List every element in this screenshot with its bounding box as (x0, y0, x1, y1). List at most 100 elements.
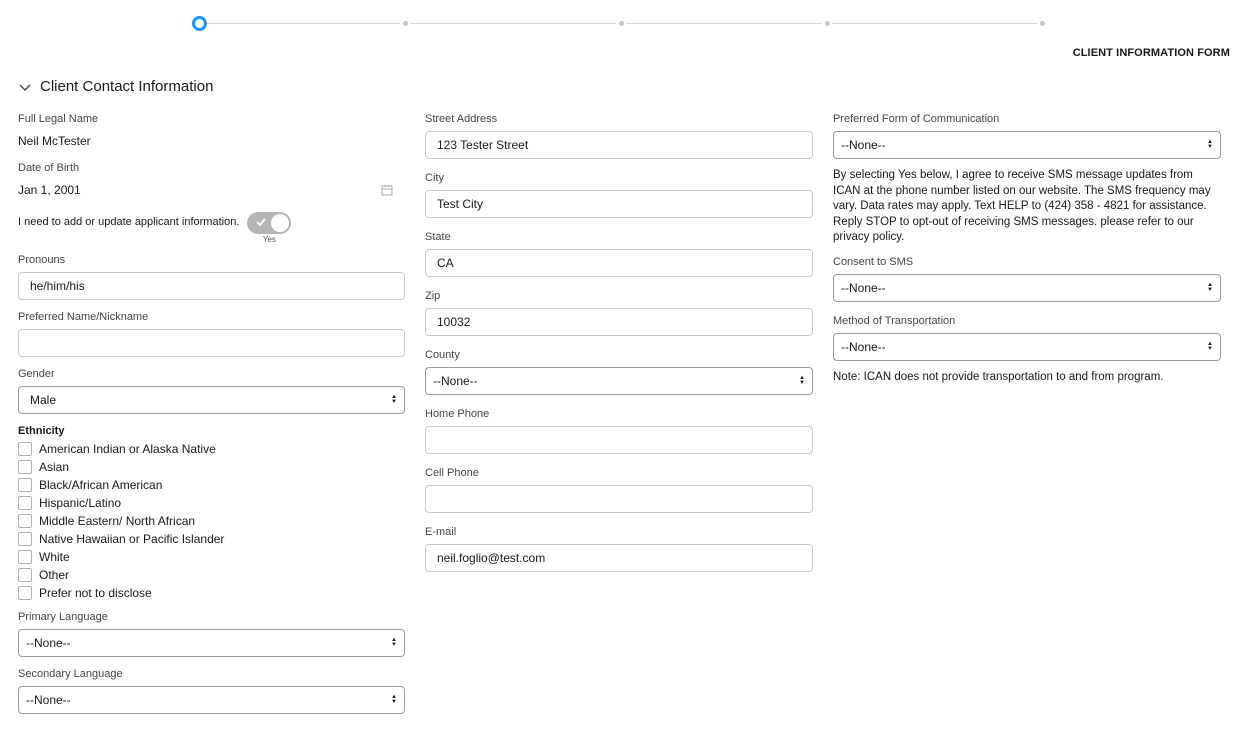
ethnicity-option[interactable]: Asian (18, 458, 405, 476)
select-arrows-icon: ▲ ▼ (391, 394, 397, 405)
ethnicity-option[interactable]: White (18, 548, 405, 566)
communication-select[interactable]: --None-- ▲ ▼ (833, 131, 1221, 159)
secondary-language-select[interactable]: --None-- ▲ ▼ (18, 686, 405, 714)
dob-value: Jan 1, 2001 (18, 183, 81, 197)
primary-language-select[interactable]: --None-- ▲ ▼ (18, 629, 405, 657)
select-arrows-icon: ▲ ▼ (1207, 281, 1213, 293)
checkbox[interactable] (18, 460, 32, 474)
zip-input[interactable]: 10032 (425, 308, 813, 336)
select-arrows-icon: ▲ ▼ (391, 694, 397, 705)
state-input[interactable]: CA (425, 249, 813, 277)
section-title: Client Contact Information (40, 78, 214, 95)
stepper-step-4[interactable] (825, 21, 830, 26)
email-label: E-mail (425, 526, 457, 538)
transport-value: --None-- (841, 339, 886, 354)
ethnicity-option-label: White (39, 550, 70, 564)
transport-select[interactable]: --None-- ▲ ▼ (833, 332, 1221, 361)
select-arrows-icon: ▲ ▼ (799, 375, 805, 386)
primary-language-value: --None-- (26, 636, 71, 650)
stepper-line (410, 23, 616, 24)
ethnicity-option[interactable]: American Indian or Alaska Native (18, 440, 405, 458)
update-applicant-toggle[interactable] (247, 212, 292, 234)
ethnicity-option-label: Hispanic/Latino (39, 496, 122, 510)
stepper-step-3[interactable] (619, 21, 624, 26)
county-label: County (425, 349, 460, 361)
nickname-input[interactable] (18, 329, 405, 357)
cell-phone-label: Cell Phone (425, 467, 479, 479)
full-name-value: Neil McTester (18, 134, 91, 148)
stepper-line (626, 23, 822, 24)
city-label: City (425, 172, 444, 184)
checkbox[interactable] (18, 496, 32, 510)
ethnicity-list: American Indian or Alaska Native Asian B… (18, 440, 405, 602)
consent-select[interactable]: --None-- ▲ ▼ (833, 273, 1221, 302)
ethnicity-option-label: Other (39, 568, 70, 582)
left-column: Full Legal Name Neil McTester Date of Bi… (18, 112, 405, 714)
secondary-language-label: Secondary Language (18, 668, 123, 680)
select-arrows-icon: ▲ ▼ (391, 637, 397, 648)
transport-note: Note: ICAN does not provide transportati… (833, 370, 1164, 383)
home-phone-label: Home Phone (425, 408, 490, 420)
zip-label: Zip (425, 290, 441, 302)
nickname-label: Preferred Name/Nickname (18, 311, 149, 323)
full-name-label: Full Legal Name (18, 113, 99, 125)
secondary-language-value: --None-- (26, 693, 71, 707)
pronouns-label: Pronouns (18, 254, 66, 266)
section-toggle-client-contact[interactable]: Client Contact Information (18, 78, 213, 95)
stepper-line (832, 23, 1037, 24)
stepper-step-2[interactable] (403, 21, 408, 26)
checkbox[interactable] (18, 532, 32, 546)
ethnicity-option-label: Prefer not to disclose (39, 586, 152, 600)
county-select[interactable]: --None-- ▲ ▼ (425, 367, 813, 395)
update-applicant-label: I need to add or update applicant inform… (18, 216, 240, 228)
gender-value: Male (30, 393, 57, 407)
ethnicity-option[interactable]: Prefer not to disclose (18, 584, 405, 602)
city-input[interactable]: Test City (425, 190, 813, 218)
state-label: State (425, 231, 451, 243)
checkbox[interactable] (18, 550, 32, 564)
sms-disclaimer: By selecting Yes below, I agree to recei… (833, 169, 1211, 243)
form-title: CLIENT INFORMATION FORM (1072, 47, 1230, 59)
ethnicity-option[interactable]: Hispanic/Latino (18, 494, 405, 512)
ethnicity-option-label: Black/African American (39, 478, 163, 492)
checkbox[interactable] (18, 568, 32, 582)
ethnicity-option[interactable]: Native Hawaiian or Pacific Islander (18, 530, 405, 548)
checkbox[interactable] (18, 586, 32, 600)
street-input[interactable]: 123 Tester Street (425, 131, 813, 159)
home-phone-input[interactable] (425, 426, 813, 454)
stepper-step-1-active[interactable] (192, 16, 207, 31)
gender-select[interactable]: Male ▲ ▼ (18, 386, 405, 414)
stepper-step-5[interactable] (1040, 21, 1045, 26)
update-applicant-toggle-row: I need to add or update applicant inform… (18, 212, 405, 244)
communication-value: --None-- (841, 138, 886, 152)
transport-label: Method of Transportation (833, 314, 956, 327)
select-arrows-icon: ▲ ▼ (1207, 139, 1213, 150)
progress-stepper (0, 14, 1234, 34)
checkbox[interactable] (18, 478, 32, 492)
ethnicity-option[interactable]: Middle Eastern/ North African (18, 512, 405, 530)
toggle-caption: Yes (262, 235, 276, 244)
consent-label: Consent to SMS (833, 255, 914, 268)
gender-label: Gender (18, 368, 55, 380)
primary-language-label: Primary Language (18, 611, 108, 623)
ethnicity-option-label: Native Hawaiian or Pacific Islander (39, 532, 225, 546)
street-label: Street Address (425, 113, 498, 125)
cell-phone-input[interactable] (425, 485, 813, 513)
ethnicity-option[interactable]: Other (18, 566, 405, 584)
calendar-icon[interactable] (381, 184, 393, 196)
right-column: Preferred Form of Communication --None--… (833, 112, 1221, 383)
ethnicity-option-label: American Indian or Alaska Native (39, 442, 216, 456)
checkbox[interactable] (18, 514, 32, 528)
ethnicity-option-label: Asian (39, 460, 70, 474)
middle-column: Street Address 123 Tester Street City Te… (425, 112, 813, 572)
county-value: --None-- (433, 374, 478, 388)
pronouns-input[interactable]: he/him/his (18, 272, 405, 300)
ethnicity-option-label: Middle Eastern/ North African (39, 514, 196, 528)
email-input[interactable]: neil.foglio@test.com (425, 544, 813, 572)
ethnicity-label: Ethnicity (18, 425, 65, 437)
check-icon (256, 218, 267, 227)
dob-label: Date of Birth (18, 162, 80, 174)
consent-value: --None-- (841, 280, 886, 295)
ethnicity-option[interactable]: Black/African American (18, 476, 405, 494)
checkbox[interactable] (18, 442, 32, 456)
